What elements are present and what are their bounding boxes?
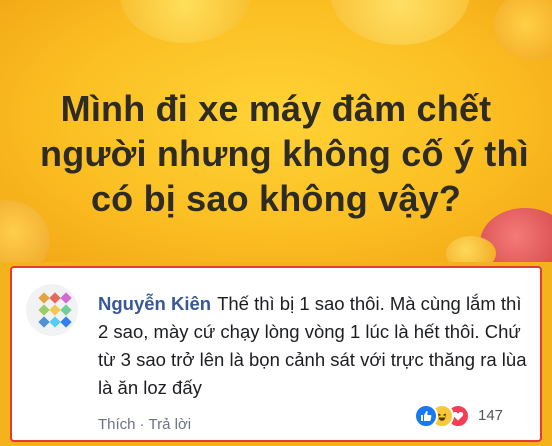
comment-actions: Thích · Trả lời: [98, 416, 191, 433]
emoji-blob-decoration: [120, 0, 250, 43]
like-link[interactable]: Thích: [98, 416, 136, 433]
comment-frame: Nguyễn Kiên Thế thì bị 1 sao thôi. Mà cùn…: [0, 262, 552, 446]
reply-link[interactable]: Trả lời: [149, 416, 192, 433]
emoji-blob-decoration: [494, 0, 552, 60]
question-card: Mình đi xe máy đâm chết người nhưng khôn…: [0, 0, 552, 262]
question-line: Mình đi xe máy đâm chết: [60, 88, 492, 129]
action-separator: ·: [139, 416, 145, 433]
question-text: Mình đi xe máy đâm chết người nhưng khôn…: [40, 86, 529, 221]
comment-author[interactable]: Nguyễn Kiên: [98, 293, 211, 314]
question-line: có bị sao không vậy?: [90, 178, 462, 219]
like-icon: [414, 404, 438, 428]
reaction-count: 147: [478, 407, 504, 424]
avatar[interactable]: [26, 284, 78, 336]
emoji-blob-decoration: [330, 0, 470, 45]
comment-box: Nguyễn Kiên Thế thì bị 1 sao thôi. Mà cùn…: [10, 266, 542, 442]
comment-body: Nguyễn Kiên Thế thì bị 1 sao thôi. Mà cùn…: [98, 290, 534, 402]
question-line: người nhưng không cố ý thì: [40, 133, 529, 174]
